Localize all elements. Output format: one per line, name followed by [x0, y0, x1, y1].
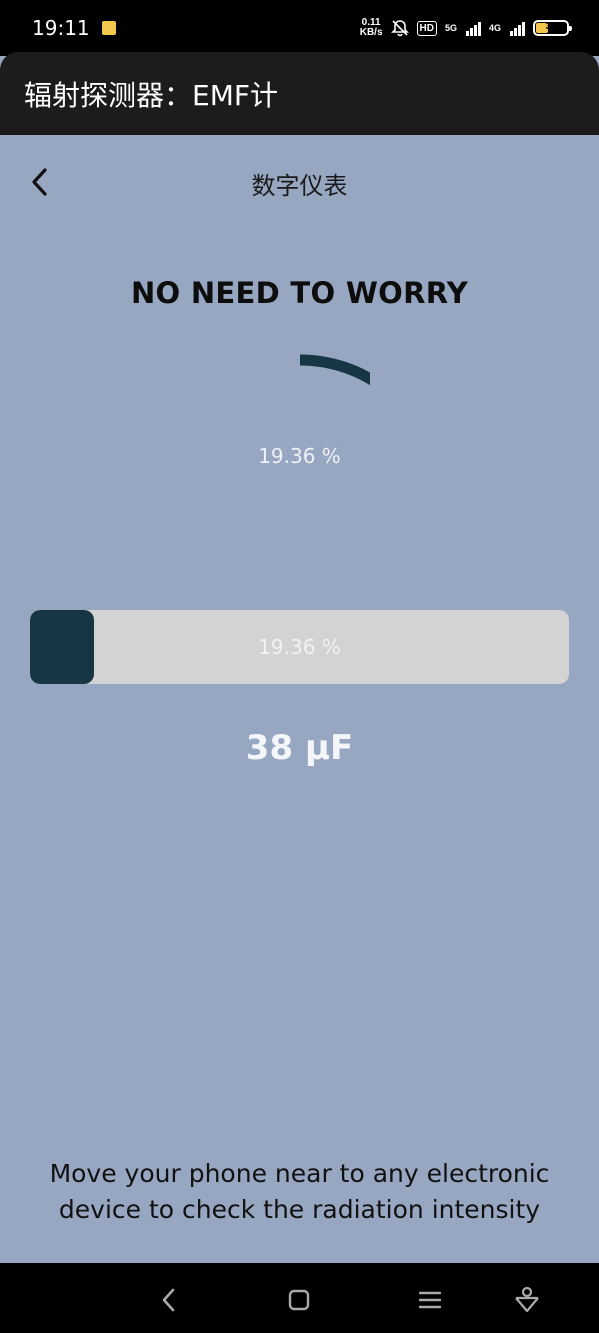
nav-assistant-icon [515, 1286, 539, 1313]
nav-back-icon [162, 1288, 175, 1312]
bell-mute-icon [390, 20, 409, 37]
intensity-progress-bar: 19.36 % [30, 610, 569, 684]
screen-title: 数字仪表 [251, 171, 348, 200]
back-button[interactable] [20, 162, 60, 202]
nav-assistant-button[interactable] [510, 1283, 544, 1317]
radiation-gauge [299, 354, 370, 386]
emf-reading: 38 μF [245, 728, 354, 768]
gauge-percent: 19.36 % [258, 444, 341, 468]
nav-back-button[interactable] [152, 1283, 186, 1317]
status-time: 19:11 [32, 16, 90, 40]
status-left: 19:11 [32, 16, 116, 40]
signal-icon-1 [465, 20, 481, 36]
hd-badge: HD [416, 20, 437, 36]
gauge-arc [299, 354, 370, 386]
nav-menu-button[interactable] [413, 1283, 447, 1317]
network-label-4g: 4G [488, 23, 501, 33]
status-right: 0.11 KB/s HD 5G 4G 39 [360, 18, 572, 38]
network-speed-unit: KB/s [359, 27, 383, 38]
chevron-left-icon [32, 168, 47, 196]
signal-icon-2 [510, 20, 525, 36]
battery-icon: 39 [533, 20, 572, 36]
network-speed: 0.11 KB/s [360, 18, 383, 38]
progress-percent: 19.36 % [258, 635, 341, 659]
app-bar: 辐射探测器：EMF计 [0, 52, 599, 135]
notification-icon [101, 21, 116, 35]
status-heading: NO NEED TO WORRY [130, 276, 469, 310]
screen-header: 数字仪表 [0, 150, 599, 216]
system-nav-bar [0, 1263, 599, 1333]
nav-menu-icon [418, 1291, 442, 1309]
battery-level: 39 [545, 21, 557, 32]
status-bar: 19:11 0.11 KB/s HD 5G 4G 39 [0, 0, 599, 56]
instruction-text: Move your phone near to any electronic d… [49, 1159, 550, 1224]
nav-home-button[interactable] [282, 1283, 316, 1317]
nav-home-icon [288, 1289, 310, 1311]
network-label-5g: 5G [444, 23, 457, 33]
app-title: 辐射探测器：EMF计 [24, 78, 278, 112]
